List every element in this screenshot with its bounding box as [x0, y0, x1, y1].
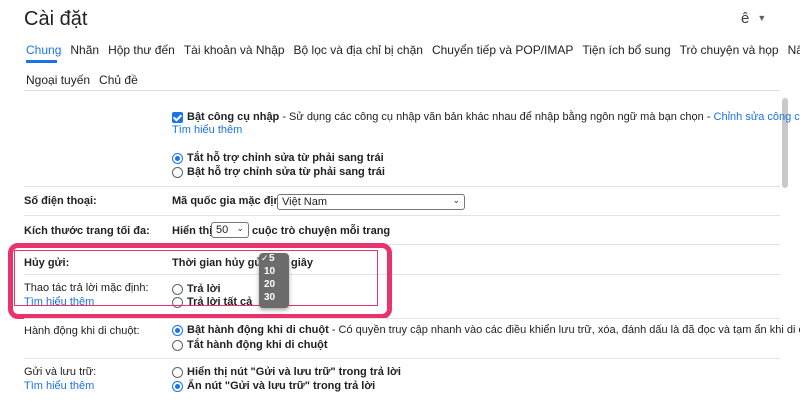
tabs-divider — [24, 90, 780, 91]
row-divider — [24, 186, 780, 187]
chevron-down-icon: ⌄ — [236, 223, 244, 233]
settings-tabs: Chung Nhãn Hộp thư đến Tài khoản và Nhập Bộ … — [26, 40, 800, 90]
undo-send-option[interactable]: 20 — [264, 279, 275, 290]
undo-send-dropdown[interactable]: ✓ 5 10 20 30 — [259, 253, 289, 308]
tab-item[interactable]: Chung — [26, 43, 61, 57]
chevron-down-icon: ⌄ — [452, 195, 460, 205]
tabs-row-1: Chung Nhãn Hộp thư đến Tài khoản và Nhập Bộ … — [26, 40, 800, 60]
hover-off-radio[interactable] — [172, 340, 183, 351]
page-title: Cài đặt — [24, 8, 88, 30]
highlight-inner-frame — [14, 250, 378, 306]
send-archive-learn-more-link[interactable]: Tìm hiểu thêm — [24, 380, 94, 392]
input-tools-checkbox[interactable] — [172, 112, 183, 123]
check-icon: ✓ — [261, 253, 269, 263]
rtl-on-radio[interactable] — [172, 167, 183, 178]
tab-item[interactable]: Trò chuyện và họp — [680, 43, 779, 57]
input-tools-line: Bật công cụ nhập - Sử dụng các công cụ n… — [187, 111, 800, 123]
rtl-off-radio[interactable] — [172, 153, 183, 164]
edit-tools-link[interactable]: Chỉnh sửa công cụ — [714, 111, 800, 123]
tab-item[interactable]: Nhãn — [70, 43, 99, 57]
country-code-select[interactable]: Việt Nam ⌄ — [277, 194, 465, 210]
send-archive-label: Gửi và lưu trữ: — [24, 366, 97, 378]
tab-item[interactable]: Tài khoản và Nhập — [184, 43, 285, 57]
hover-on-label: Bật hành động khi di chuột — [187, 324, 329, 336]
hover-on-desc: - Có quyền truy cập nhanh vào các điều k… — [328, 324, 800, 336]
tab-item[interactable]: Hộp thư đến — [108, 43, 175, 57]
country-code-value: Việt Nam — [282, 196, 328, 208]
send-archive-hide-label: Ẩn nút "Gửi và lưu trữ" trong trả lời — [187, 380, 376, 392]
hover-on-radio[interactable] — [172, 325, 183, 336]
page-size-prefix: Hiển thị — [172, 225, 213, 237]
row-divider — [24, 318, 780, 319]
page-size-select[interactable]: 50 ⌄ — [211, 222, 249, 238]
account-menu[interactable]: ê ▼ — [741, 10, 766, 27]
send-archive-hide-radio[interactable] — [172, 381, 183, 392]
caret-down-icon: ▼ — [757, 13, 767, 23]
input-tools-learn-more-link[interactable]: Tìm hiểu thêm — [172, 124, 242, 136]
phone-label: Số điện thoại: — [24, 195, 97, 207]
tab-item[interactable]: Chuyển tiếp và POP/IMAP — [432, 43, 573, 57]
tab-item[interactable]: Bộ lọc và địa chỉ bị chặn — [294, 43, 423, 57]
tab-item[interactable]: Nâng cao — [788, 43, 800, 57]
hover-on-line: Bật hành động khi di chuột - Có quyền tr… — [187, 324, 800, 336]
tab-item[interactable]: Ngoại tuyến — [26, 73, 90, 87]
hover-label: Hành động khi di chuột: — [24, 325, 140, 337]
settings-header: Cài đặt ê ▼ — [0, 0, 800, 38]
page-size-value: 50 — [216, 224, 229, 236]
active-tab-indicator — [26, 60, 57, 63]
tabs-row-2: Ngoại tuyến Chủ đề — [26, 70, 786, 90]
rtl-off-label: Tắt hỗ trợ chỉnh sửa từ phải sang trái — [187, 152, 384, 164]
send-archive-show-label: Hiển thị nút "Gửi và lưu trữ" trong trả … — [187, 366, 401, 378]
undo-send-option[interactable]: 5 — [269, 253, 275, 264]
hover-off-label: Tắt hành động khi di chuột — [187, 339, 328, 351]
account-initial: ê — [741, 10, 750, 27]
input-tools-label: Bật công cụ nhập — [187, 111, 280, 123]
tab-item[interactable]: Tiện ích bổ sung — [582, 43, 670, 57]
tab-item[interactable]: Chủ đề — [99, 73, 138, 87]
country-code-label: Mã quốc gia mặc định: — [172, 195, 291, 207]
rtl-on-label: Bật hỗ trợ chỉnh sửa từ phải sang trái — [187, 166, 385, 178]
undo-send-option[interactable]: 10 — [264, 266, 275, 277]
page-size-suffix: cuộc trò chuyện mỗi trang — [252, 225, 391, 237]
input-tools-desc: - Sử dụng các công cụ nhập văn bản khác … — [279, 111, 714, 123]
undo-send-option[interactable]: 30 — [264, 292, 275, 303]
row-divider — [24, 358, 780, 359]
row-divider — [24, 215, 780, 216]
page-size-label: Kích thước trang tối đa: — [24, 225, 150, 237]
send-archive-show-radio[interactable] — [172, 367, 183, 378]
